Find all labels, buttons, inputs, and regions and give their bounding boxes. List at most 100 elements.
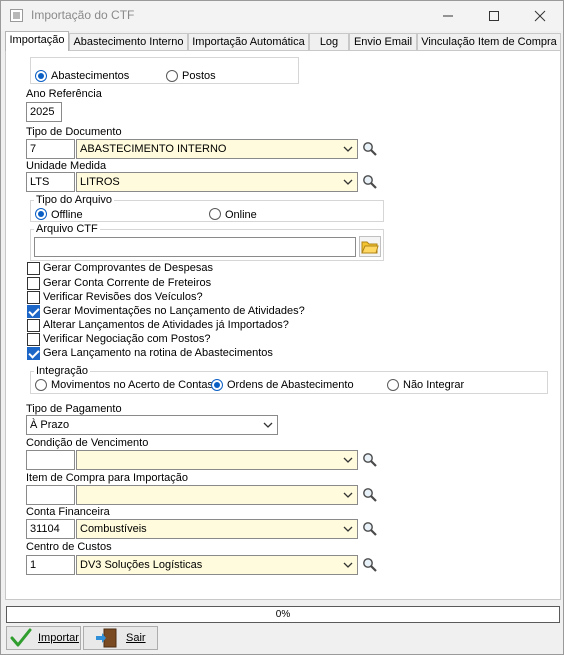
unidade-value: LITROS (80, 176, 120, 188)
radio-postos-label: Postos (182, 70, 216, 82)
checkbox-conta-corrente-label: Gerar Conta Corrente de Freteiros (43, 277, 212, 289)
radio-online-label: Online (225, 209, 257, 221)
tipo-arquivo-title: Tipo do Arquivo (34, 194, 115, 206)
maximize-icon (489, 11, 499, 21)
radio-nao-integrar-label: Não Integrar (403, 379, 465, 391)
tipo-documento-label: Tipo de Documento (26, 126, 122, 138)
tipo-documento-code[interactable]: 7 (26, 139, 75, 159)
item-compra-label: Item de Compra para Importação (26, 472, 189, 484)
checkbox-movimentacoes[interactable] (27, 305, 40, 318)
radio-offline-label: Offline (51, 209, 83, 221)
tipo-pagamento-label: Tipo de Pagamento (26, 403, 122, 415)
unidade-select[interactable]: LITROS (76, 172, 358, 192)
chevron-down-icon (343, 457, 353, 463)
sair-button[interactable]: Sair (83, 626, 158, 650)
radio-ordens-abastecimento-label: Ordens de Abastecimento (227, 379, 354, 391)
chevron-down-icon (343, 146, 353, 152)
window-title: Importação do CTF (31, 8, 135, 22)
close-button[interactable] (517, 1, 563, 31)
unidade-code[interactable]: LTS (26, 172, 75, 192)
checkbox-alterar-lancamentos[interactable] (27, 319, 40, 332)
radio-ordens-abastecimento[interactable] (211, 379, 223, 391)
tab-strip: Importação Abastecimento Interno Importa… (5, 31, 561, 51)
importar-label: Importar (38, 632, 79, 644)
title-bar: Importação do CTF (1, 1, 563, 31)
condicao-select[interactable] (76, 450, 358, 470)
checkbox-gera-lancamento[interactable] (27, 347, 40, 360)
checkbox-negociacao[interactable] (27, 333, 40, 346)
check-icon (10, 628, 32, 647)
folder-icon (361, 241, 379, 254)
checkbox-gera-lancamento-label: Gera Lançamento na rotina de Abastecimen… (43, 347, 273, 359)
search-icon[interactable] (362, 452, 378, 468)
radio-postos[interactable] (166, 70, 178, 82)
checkbox-comprovantes[interactable] (27, 262, 40, 275)
sair-label: Sair (126, 632, 146, 644)
tipo-documento-value: ABASTECIMENTO INTERNO (80, 143, 227, 155)
tab-abastecimento-interno[interactable]: Abastecimento Interno (69, 33, 188, 51)
app-icon (10, 9, 23, 22)
search-icon[interactable] (362, 141, 378, 157)
search-icon[interactable] (362, 174, 378, 190)
minimize-icon (443, 15, 453, 17)
progress-bar: 0% (6, 606, 560, 623)
checkbox-movimentacoes-label: Gerar Movimentações no Lançamento de Ati… (43, 305, 305, 317)
checkbox-revisoes[interactable] (27, 291, 40, 304)
progress-text: 0% (275, 609, 291, 620)
centro-value: DV3 Soluções Logísticas (80, 559, 203, 571)
search-icon[interactable] (362, 557, 378, 573)
exit-door-icon (96, 628, 117, 648)
tipo-pagamento-value: À Prazo (30, 419, 70, 431)
radio-movimentos-acerto[interactable] (35, 379, 47, 391)
integracao-title: Integração (34, 365, 90, 377)
minimize-button[interactable] (425, 1, 471, 31)
importacao-panel: Abastecimentos Postos Ano Referência 202… (5, 50, 561, 600)
arquivo-input[interactable] (34, 237, 356, 257)
conta-label: Conta Financeira (26, 506, 110, 518)
tipo-documento-select[interactable]: ABASTECIMENTO INTERNO (76, 139, 358, 159)
unidade-label: Unidade Medida (26, 160, 107, 172)
tab-vinculacao-item[interactable]: Vinculação Item de Compra (417, 33, 561, 51)
radio-online[interactable] (209, 208, 221, 220)
tipo-pagamento-select[interactable]: À Prazo (26, 415, 278, 435)
main-window: Importação do CTF Importação Abastecimen… (0, 0, 564, 655)
tab-importacao-automatica[interactable]: Importação Automática (188, 33, 309, 51)
centro-label: Centro de Custos (26, 541, 112, 553)
checkbox-negociacao-label: Verificar Negociação com Postos? (43, 333, 211, 345)
conta-select[interactable]: Combustíveis (76, 519, 358, 539)
search-icon[interactable] (362, 487, 378, 503)
checkbox-comprovantes-label: Gerar Comprovantes de Despesas (43, 262, 213, 274)
tab-envio-email[interactable]: Envio Email (349, 33, 417, 51)
condicao-label: Condição de Vencimento (26, 437, 149, 449)
arquivo-title: Arquivo CTF (34, 223, 100, 235)
importar-button[interactable]: Importar (6, 626, 81, 650)
centro-code[interactable]: 1 (26, 555, 75, 575)
maximize-button[interactable] (471, 1, 517, 31)
ano-input[interactable]: 2025 (26, 102, 62, 122)
condicao-code[interactable] (26, 450, 75, 470)
chevron-down-icon (263, 422, 273, 428)
checkbox-conta-corrente[interactable] (27, 277, 40, 290)
tab-log[interactable]: Log (309, 33, 349, 51)
conta-value: Combustíveis (80, 523, 147, 535)
checkbox-revisoes-label: Verificar Revisões dos Veículos? (43, 291, 203, 303)
radio-movimentos-acerto-label: Movimentos no Acerto de Contas (51, 379, 214, 391)
chevron-down-icon (343, 179, 353, 185)
radio-offline[interactable] (35, 208, 47, 220)
centro-select[interactable]: DV3 Soluções Logísticas (76, 555, 358, 575)
radio-abastecimentos-label: Abastecimentos (51, 70, 130, 82)
tab-importacao[interactable]: Importação (5, 31, 69, 51)
chevron-down-icon (343, 562, 353, 568)
item-compra-select[interactable] (76, 485, 358, 505)
checkbox-alterar-lancamentos-label: Alterar Lançamentos de Atividades já Imp… (43, 319, 289, 331)
browse-file-button[interactable] (359, 236, 381, 257)
ano-label: Ano Referência (26, 88, 102, 100)
close-icon (534, 10, 546, 22)
radio-abastecimentos[interactable] (35, 70, 47, 82)
conta-code[interactable]: 31104 (26, 519, 75, 539)
chevron-down-icon (343, 526, 353, 532)
item-compra-code[interactable] (26, 485, 75, 505)
search-icon[interactable] (362, 521, 378, 537)
chevron-down-icon (343, 492, 353, 498)
radio-nao-integrar[interactable] (387, 379, 399, 391)
